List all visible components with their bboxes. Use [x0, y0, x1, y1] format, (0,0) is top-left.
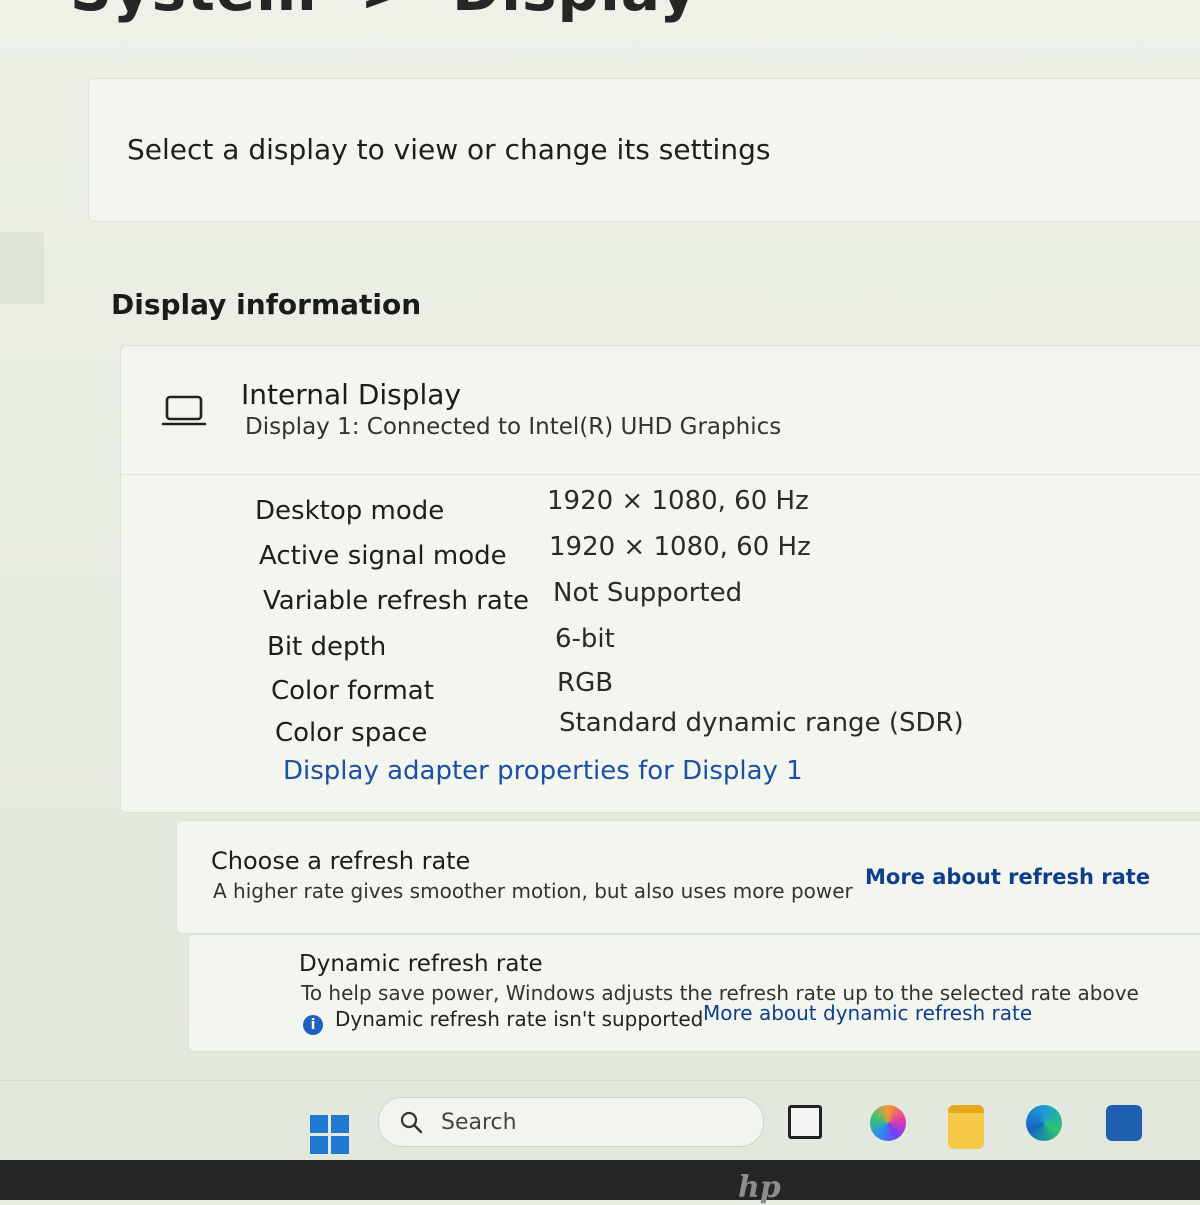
property-label-active-signal-mode: Active signal mode: [259, 541, 507, 571]
property-value-bit-depth: 6-bit: [555, 624, 615, 654]
property-label-desktop-mode: Desktop mode: [255, 496, 445, 526]
property-value-variable-refresh-rate: Not Supported: [553, 578, 743, 608]
select-display-text: Select a display to view or change its s…: [127, 133, 771, 166]
store-icon[interactable]: [1106, 1105, 1142, 1141]
search-icon: [400, 1111, 423, 1134]
select-display-card[interactable]: Select a display to view or change its s…: [88, 78, 1200, 222]
property-label-variable-refresh-rate: Variable refresh rate: [263, 586, 530, 616]
dynamic-refresh-note: Dynamic refresh rate isn't supported: [335, 1007, 704, 1031]
taskbar: Search: [0, 1080, 1200, 1161]
nav-selection-indicator: [0, 232, 44, 304]
laptop-icon: [161, 395, 207, 426]
property-value-color-space: Standard dynamic range (SDR): [559, 708, 964, 738]
dynamic-refresh-title: Dynamic refresh rate: [299, 951, 543, 977]
section-title-display-information: Display information: [111, 288, 422, 321]
property-label-color-space: Color space: [275, 718, 428, 748]
property-value-color-format: RGB: [557, 668, 614, 698]
property-label-color-format: Color format: [271, 676, 434, 706]
more-about-refresh-rate-link[interactable]: More about refresh rate: [865, 865, 1150, 889]
info-icon: i: [303, 1015, 323, 1035]
task-view-icon[interactable]: [788, 1105, 822, 1139]
property-label-bit-depth: Bit depth: [267, 632, 387, 662]
search-placeholder: Search: [441, 1110, 517, 1135]
dynamic-refresh-rate-card: Dynamic refresh rate To help save power,…: [188, 934, 1200, 1052]
refresh-rate-title: Choose a refresh rate: [211, 847, 471, 875]
display-name: Internal Display: [241, 378, 462, 411]
display-adapter-properties-link[interactable]: Display adapter properties for Display 1: [283, 756, 803, 786]
display-information-card: Internal Display Display 1: Connected to…: [120, 345, 1200, 813]
laptop-bezel: [0, 1160, 1200, 1200]
more-about-dynamic-refresh-rate-link[interactable]: More about dynamic refresh rate: [703, 1001, 1032, 1025]
start-icon[interactable]: [310, 1115, 350, 1155]
property-value-active-signal-mode: 1920 × 1080, 60 Hz: [549, 532, 811, 562]
page-title: System > Display: [70, 0, 698, 24]
property-value-desktop-mode: 1920 × 1080, 60 Hz: [547, 486, 809, 516]
taskbar-search-input[interactable]: Search: [378, 1097, 764, 1147]
edge-icon[interactable]: [1026, 1105, 1062, 1141]
file-explorer-icon[interactable]: [948, 1105, 984, 1149]
refresh-rate-description: A higher rate gives smoother motion, but…: [213, 879, 853, 903]
refresh-rate-card[interactable]: Choose a refresh rate A higher rate give…: [176, 820, 1200, 934]
display-info-header: Internal Display Display 1: Connected to…: [121, 346, 1200, 475]
display-subtitle: Display 1: Connected to Intel(R) UHD Gra…: [245, 414, 782, 440]
copilot-icon[interactable]: [870, 1105, 906, 1141]
